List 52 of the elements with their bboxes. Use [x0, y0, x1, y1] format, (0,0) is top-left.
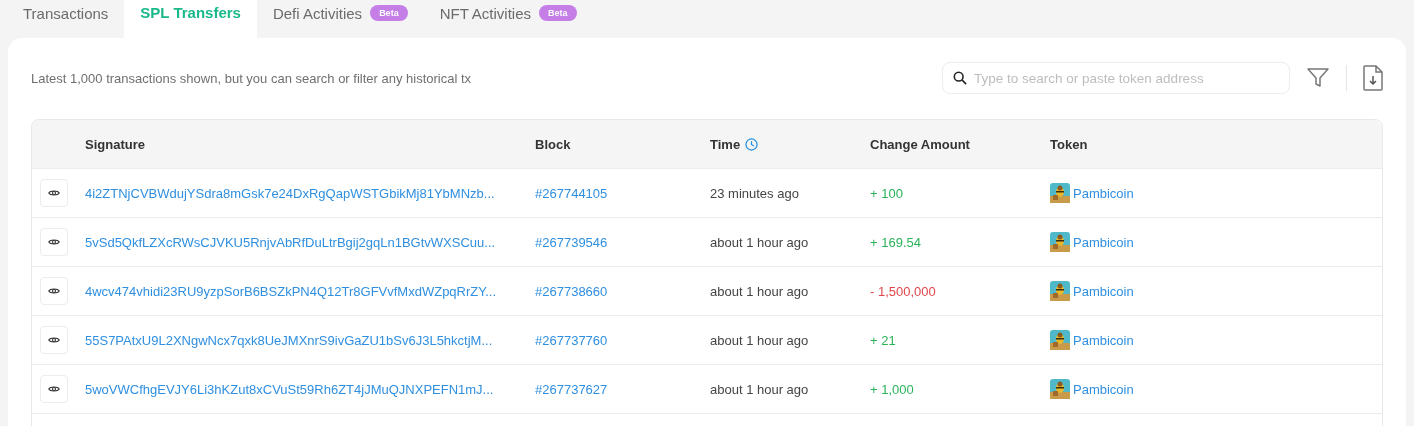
block-link[interactable]: #267738660	[535, 284, 608, 299]
column-header: Block	[535, 136, 571, 152]
download-icon[interactable]	[1363, 65, 1383, 91]
token-link[interactable]: Pambicoin	[1073, 185, 1134, 201]
token-link[interactable]: Pambicoin	[1073, 332, 1134, 348]
token-link[interactable]: Pambicoin	[1073, 381, 1134, 397]
clock-icon[interactable]	[745, 137, 759, 151]
signature-link[interactable]: 5woVWCfhgEVJY6Li3hKZut8xCVuSt59Rh6ZT4jJMuQJNXPEFN1mJ...	[85, 382, 494, 397]
time-text: about 1 hour ago	[710, 333, 809, 348]
signature-link[interactable]: 55S7PAtxU9L2XNgwNcx7qxk8UeJMXnrS9ivGaZU1bSv6J3L5hkctjM...	[85, 333, 493, 348]
amount-text: - 1,500,000	[870, 284, 936, 299]
search-icon	[953, 71, 967, 85]
time-text: about 1 hour ago	[710, 284, 809, 299]
time-text: about 1 hour ago	[710, 382, 809, 397]
token-link[interactable]: Pambicoin	[1073, 283, 1134, 299]
tab[interactable]: SPL Transfers	[124, 0, 257, 38]
filter-icon[interactable]	[1306, 66, 1330, 90]
eye-icon	[48, 287, 60, 295]
signature-link[interactable]: 4i2ZTNjCVBWdujYSdra8mGsk7e24DxRgQapWSTGbikMj81YbMNzb...	[85, 186, 495, 201]
amount-text: + 100	[870, 186, 903, 201]
notice-text: Latest 1,000 transactions shown, but you can search or filter any historical tx	[31, 70, 473, 86]
amount-text: + 169.54	[870, 235, 921, 250]
view-button[interactable]	[40, 326, 68, 354]
block-link[interactable]: #267744105	[535, 186, 608, 201]
block-link[interactable]: #267737627	[535, 382, 608, 397]
beta-badge: Beta	[370, 5, 408, 21]
beta-badge: Beta	[539, 5, 577, 21]
tab[interactable]: Transactions	[7, 0, 125, 26]
tab[interactable]: NFT Activities Beta	[423, 0, 593, 26]
time-text: 23 minutes ago	[710, 186, 799, 201]
eye-icon	[48, 238, 60, 246]
amount-text: + 1,000	[870, 382, 914, 397]
time-text: about 1 hour ago	[710, 235, 809, 250]
view-button[interactable]	[40, 277, 68, 305]
column-header: Signature	[85, 136, 145, 152]
tab[interactable]: Defi Activities Beta	[256, 0, 424, 26]
signature-link[interactable]: 5vSd5QkfLZXcRWsCJVKU5RnjvAbRfDuLtrBgij2gqLn1BGtvWXSCuu...	[85, 235, 496, 250]
column-header: Token	[1050, 136, 1088, 152]
eye-icon	[48, 336, 60, 344]
search-field[interactable]: Type to search or paste token address	[942, 62, 1290, 94]
view-button[interactable]	[40, 375, 68, 403]
block-link[interactable]: #267737760	[535, 333, 608, 348]
block-link[interactable]: #267739546	[535, 235, 608, 250]
token-link[interactable]: Pambicoin	[1073, 234, 1134, 250]
view-button[interactable]	[40, 179, 68, 207]
signature-link[interactable]: 4wcv474vhidi23RU9yzpSorB6BSZkPN4Q12Tr8GFVvfMxdWZpqRrZY...	[85, 284, 497, 299]
amount-text: + 21	[870, 333, 896, 348]
column-header: Time	[710, 136, 741, 152]
column-header: Change Amount	[870, 136, 970, 152]
view-button[interactable]	[40, 228, 68, 256]
eye-icon	[48, 189, 60, 197]
eye-icon	[48, 385, 60, 393]
